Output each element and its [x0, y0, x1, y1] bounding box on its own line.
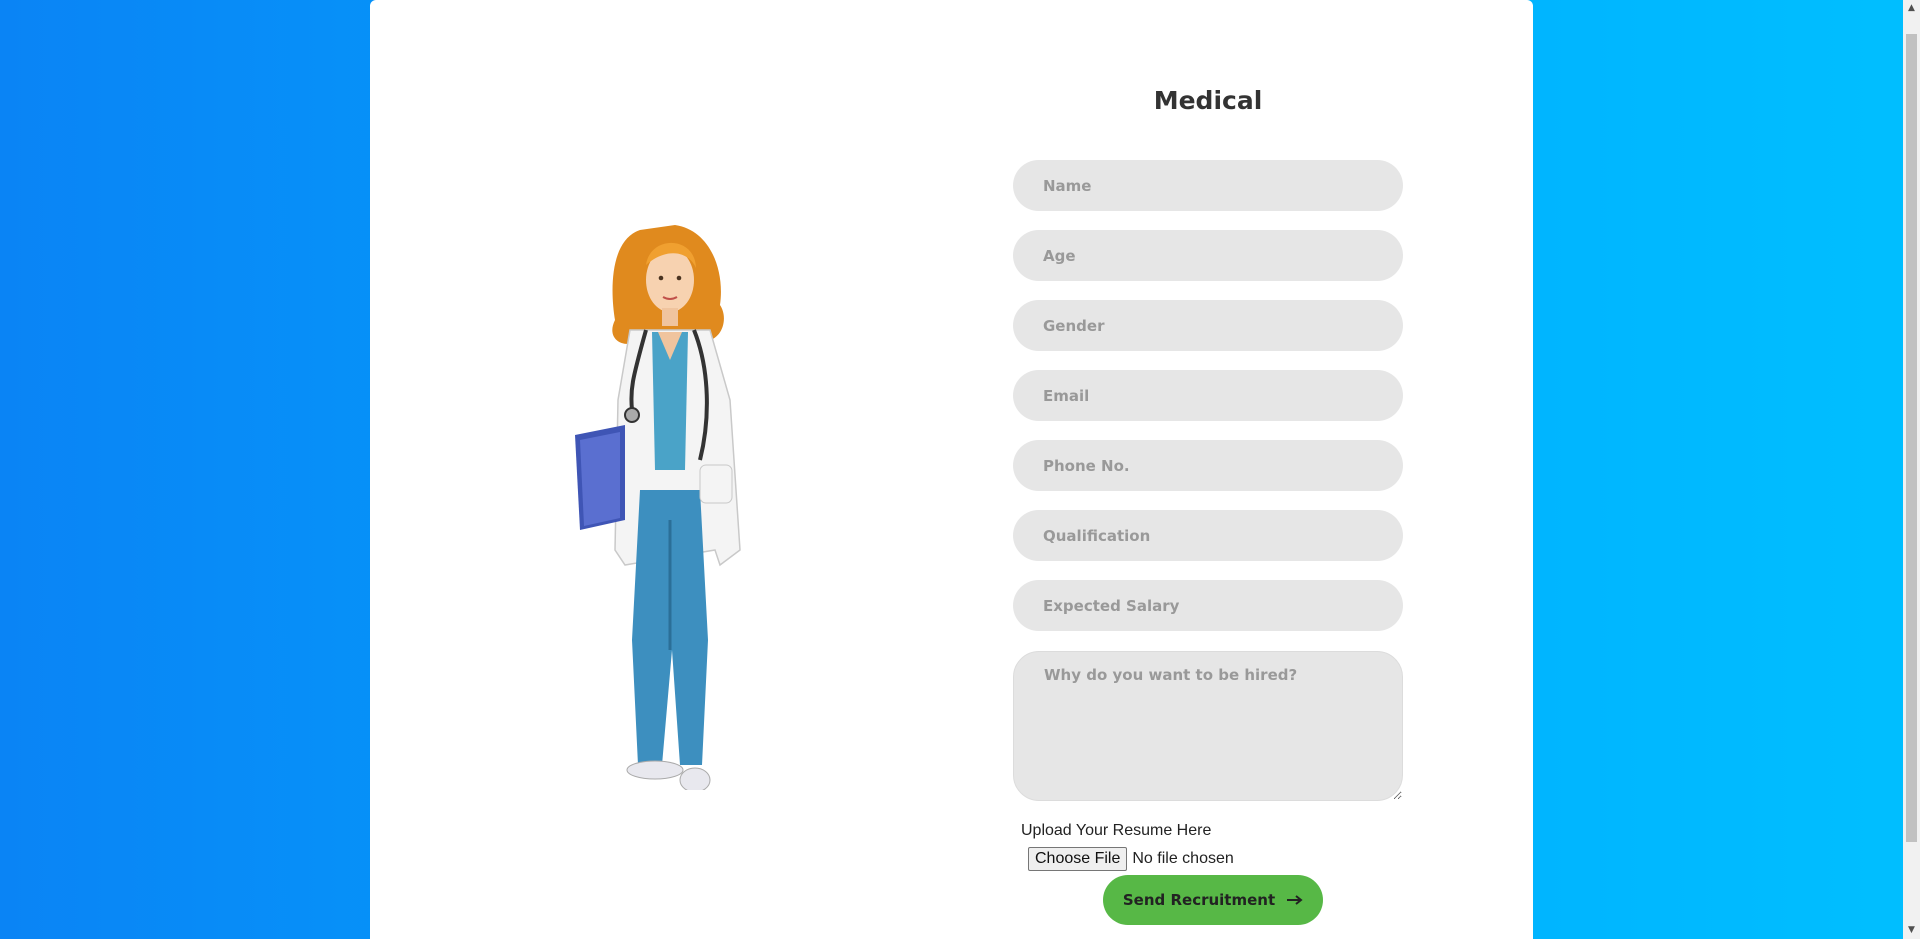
upload-label: Upload Your Resume Here	[1021, 822, 1212, 839]
choose-file-button[interactable]: Choose File	[1028, 847, 1128, 871]
age-input[interactable]	[1013, 230, 1403, 281]
send-recruitment-button[interactable]: Send Recruitment	[1103, 875, 1323, 925]
vertical-scrollbar[interactable]: ▲ ▼	[1903, 0, 1920, 939]
email-input[interactable]	[1013, 370, 1403, 421]
doctor-illustration	[575, 225, 741, 790]
arrow-right-icon	[1287, 895, 1303, 905]
form-card: Medical Upload Your Resume Here Choose F…	[370, 0, 1533, 939]
scrollbar-thumb[interactable]	[1906, 34, 1917, 842]
send-recruitment-label: Send Recruitment	[1122, 891, 1276, 909]
phone-input[interactable]	[1013, 440, 1403, 491]
scroll-down-arrow-icon[interactable]: ▼	[1903, 922, 1920, 939]
name-input[interactable]	[1013, 160, 1403, 211]
file-upload: Choose File No file chosen	[1028, 847, 1234, 871]
reason-textarea[interactable]	[1013, 651, 1403, 801]
form-title: Medical	[1153, 86, 1263, 115]
qualification-input[interactable]	[1013, 510, 1403, 561]
gender-input[interactable]	[1013, 300, 1403, 351]
scroll-up-arrow-icon[interactable]: ▲	[1903, 0, 1920, 17]
file-status-text: No file chosen	[1132, 850, 1234, 867]
expected-salary-input[interactable]	[1013, 580, 1403, 631]
